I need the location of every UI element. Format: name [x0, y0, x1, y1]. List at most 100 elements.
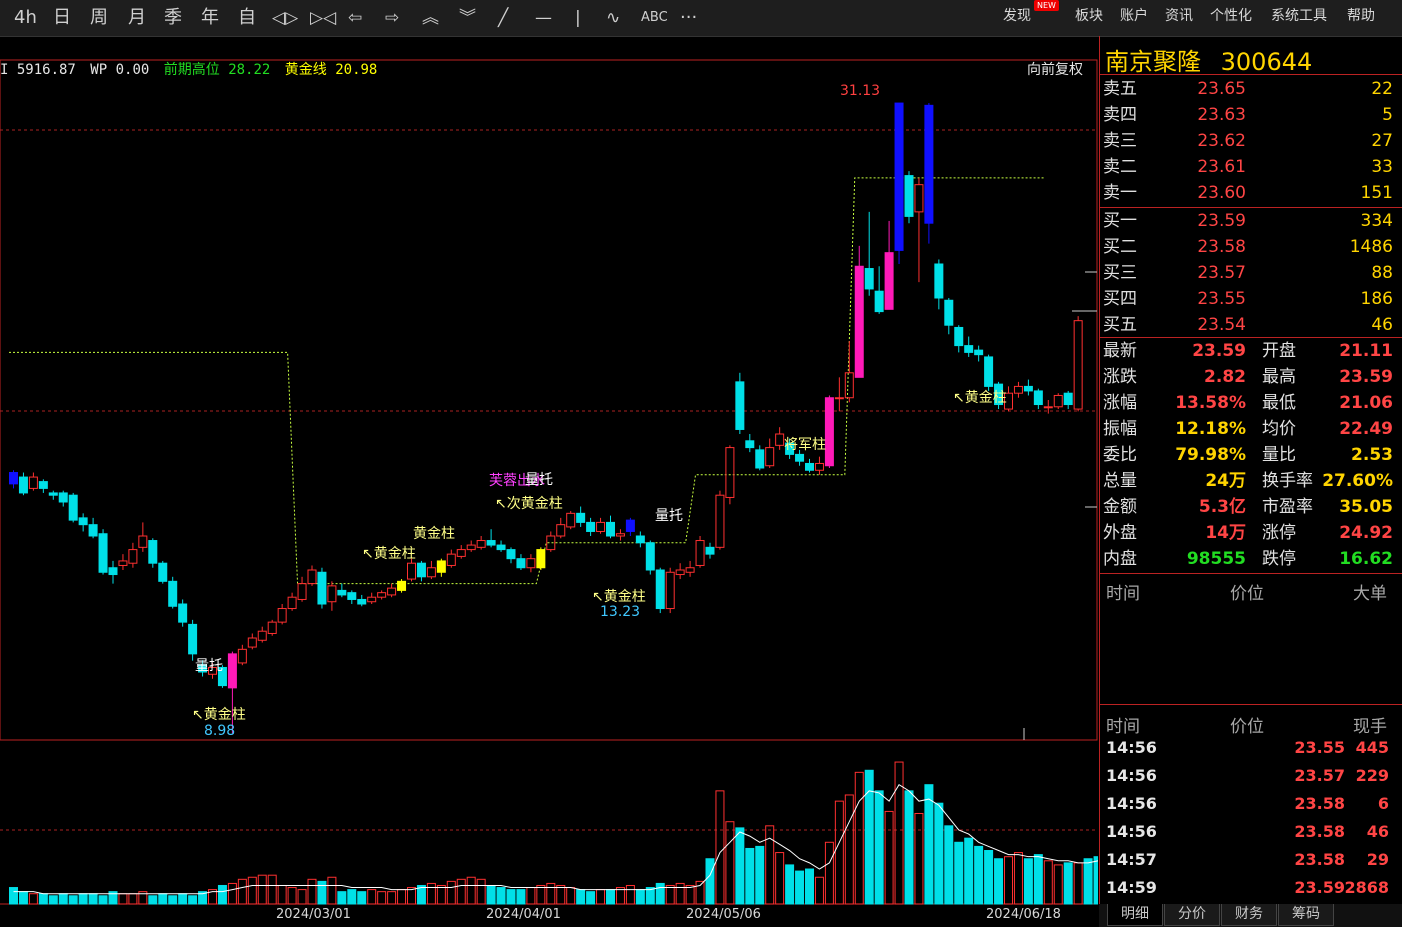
- bid-row[interactable]: 买四 23.55 186: [1100, 286, 1402, 312]
- ask-row[interactable]: 卖五 23.65 22: [1100, 76, 1402, 102]
- chart-annotation: 将军柱: [784, 437, 826, 453]
- volume-bar: [446, 880, 456, 905]
- volume-bar: [38, 893, 48, 905]
- candle-body: [1033, 390, 1043, 406]
- menu-6[interactable]: 帮助: [1347, 0, 1375, 32]
- candle-body: [188, 623, 198, 655]
- bid-row[interactable]: 买三 23.57 88: [1100, 260, 1402, 286]
- chart-annotation: ↖黄金柱: [362, 545, 416, 562]
- tick-time: 14:57: [1106, 850, 1157, 869]
- candle-body: [88, 524, 98, 537]
- volume-bar: [625, 884, 635, 905]
- menu-1[interactable]: 板块: [1075, 0, 1103, 32]
- chevron-down-icon[interactable]: ︾: [459, 0, 476, 36]
- wave-line-icon[interactable]: ∿: [606, 0, 620, 36]
- volume-bar: [864, 769, 874, 905]
- chart-annotation: 量托: [525, 472, 553, 488]
- golden-step-line: [9, 177, 1044, 585]
- period-1-button[interactable]: 日: [53, 0, 71, 36]
- date-label: 2024/05/06: [686, 907, 761, 922]
- prev-high-label: 前期高位: [163, 62, 220, 78]
- vertical-line-icon[interactable]: |: [575, 0, 581, 36]
- period-2-button[interactable]: 周: [90, 0, 108, 36]
- tab-2[interactable]: 财务: [1221, 904, 1277, 926]
- golden-line-label: 黄金线: [284, 62, 327, 78]
- ask-row[interactable]: 卖一 23.60 151: [1100, 180, 1402, 206]
- candle-body: [486, 540, 496, 546]
- tab-1[interactable]: 分价: [1164, 904, 1220, 926]
- bid-volume: 46: [1371, 315, 1393, 335]
- volume-bar: [695, 880, 705, 905]
- ask-row[interactable]: 卖四 23.63 5: [1100, 102, 1402, 128]
- chevron-up-icon[interactable]: ︽: [422, 0, 439, 36]
- kline-chart[interactable]: 量托↖黄金柱8.98↖黄金柱黄金柱芙蓉出水量托↖次黄金柱↖黄金柱13.23量托将…: [0, 36, 1098, 927]
- volume-bar: [675, 882, 685, 905]
- menu-5[interactable]: 系统工具: [1271, 0, 1327, 32]
- bid-row[interactable]: 买一 23.59 334: [1100, 208, 1402, 234]
- arrow-right-icon[interactable]: ⇨: [385, 0, 399, 36]
- chart-annotation: ↖黄金柱: [953, 389, 1007, 406]
- bid-row[interactable]: 买五 23.54 46: [1100, 312, 1402, 338]
- tick-volume: 2868: [1344, 878, 1389, 897]
- quote-label: 总量: [1103, 471, 1137, 491]
- menu-3[interactable]: 资讯: [1165, 0, 1193, 32]
- quote-label: 内盘: [1103, 549, 1137, 569]
- period-4-button[interactable]: 季: [164, 0, 182, 36]
- candle-body: [864, 268, 874, 290]
- adjust-mode-button[interactable]: 向前复权: [1027, 60, 1083, 80]
- period-5-button[interactable]: 年: [201, 0, 219, 36]
- menu-4[interactable]: 个性化: [1210, 0, 1252, 32]
- chart-annotation: ↖次黄金柱: [495, 495, 563, 512]
- candle-body: [496, 544, 506, 551]
- chart-annotation: 黄金柱: [413, 525, 455, 542]
- candle-body: [1043, 406, 1053, 409]
- volume-bar: [88, 893, 98, 905]
- date-label: 2024/04/01: [486, 907, 561, 922]
- chart-area[interactable]: 量托 ↖黄金柱 8.98 ↖黄金柱 黄金柱 芙蓉出水 量托 ↖次黄金柱 ↖黄金柱 13.23 量托将…: [0, 36, 1098, 927]
- tick-volume: 445: [1355, 738, 1389, 757]
- volume-bar: [1004, 856, 1013, 905]
- candle-body: [615, 533, 625, 537]
- ask-price: 23.63: [1197, 105, 1246, 125]
- horizontal-line-icon[interactable]: —: [535, 0, 552, 36]
- period-6-button[interactable]: 自: [238, 0, 256, 36]
- date-label: 2024/06/18: [986, 907, 1061, 922]
- chart-annotation: 8.98: [204, 723, 235, 739]
- text-tool-button[interactable]: ABC: [641, 0, 668, 36]
- candle-body: [446, 553, 456, 566]
- candle-body: [377, 592, 387, 598]
- expand-icon[interactable]: ◁▷: [272, 0, 298, 36]
- tick-price: 23.58: [1294, 794, 1345, 813]
- ask-price: 23.60: [1197, 183, 1246, 203]
- menu-0[interactable]: 发现: [1003, 0, 1031, 32]
- ask-row[interactable]: 卖三 23.62 27: [1100, 128, 1402, 154]
- candle-body: [426, 567, 436, 578]
- volume-bar: [725, 821, 735, 905]
- tick-row: 14:56 23.58 46: [1100, 818, 1402, 846]
- chart-annotation: ↖黄金柱: [192, 706, 246, 723]
- bid-row[interactable]: 买二 23.58 1486: [1100, 234, 1402, 260]
- diagonal-line-icon[interactable]: ╱: [498, 0, 508, 36]
- quote-value: 2.53: [1351, 445, 1393, 465]
- candle-body: [456, 549, 466, 557]
- shrink-icon[interactable]: ▷◁: [310, 0, 336, 36]
- candle-body: [824, 397, 834, 467]
- tab-3[interactable]: 筹码: [1278, 904, 1334, 926]
- menu-2[interactable]: 账户: [1120, 0, 1148, 32]
- candle-body: [625, 519, 635, 532]
- candle-body: [874, 290, 884, 313]
- ask-row[interactable]: 卖二 23.61 33: [1100, 154, 1402, 180]
- ask-volume: 5: [1382, 105, 1393, 125]
- quote-value: 12.18%: [1175, 419, 1246, 439]
- candle-body: [526, 558, 536, 569]
- quote-value: 5.3亿: [1198, 497, 1246, 517]
- period-0-button[interactable]: 4h: [14, 0, 37, 36]
- volume-bar: [795, 870, 805, 905]
- candle-body: [844, 372, 854, 399]
- arrow-left-icon[interactable]: ⇦: [348, 0, 362, 36]
- more-icon[interactable]: ···: [680, 0, 697, 36]
- volume-bar: [665, 884, 675, 905]
- tab-0[interactable]: 明细: [1107, 904, 1163, 926]
- period-3-button[interactable]: 月: [128, 0, 146, 36]
- quote-label: 最新: [1103, 341, 1137, 361]
